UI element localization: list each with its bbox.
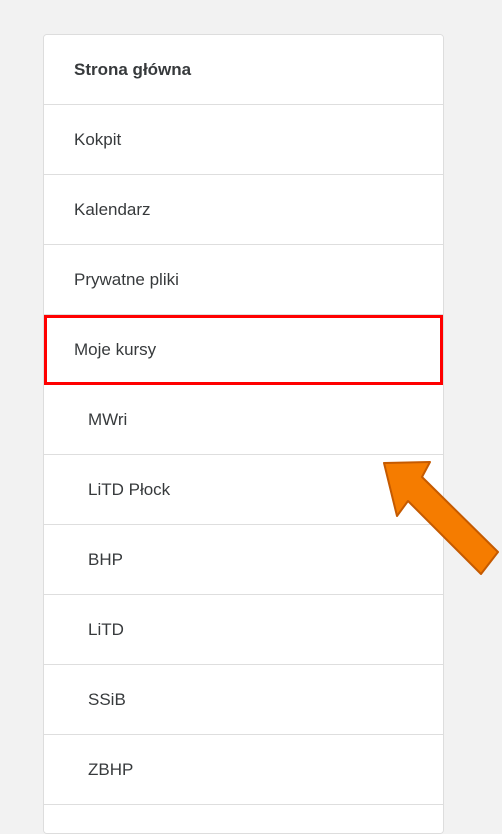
nav-item-label: BHP — [88, 549, 123, 569]
nav-item-label: LiTD — [88, 619, 124, 639]
nav-item-label: Moje kursy — [74, 339, 157, 359]
nav-item-more[interactable] — [44, 805, 443, 833]
nav-item-label: Kokpit — [74, 129, 122, 149]
nav-item-moje-kursy[interactable]: Moje kursy — [44, 315, 443, 385]
nav-item-label: SSiB — [88, 689, 126, 709]
nav-subitem-litd[interactable]: LiTD — [44, 595, 443, 665]
nav-item-label: Kalendarz — [74, 199, 151, 219]
nav-subitem-mwri[interactable]: MWri — [44, 385, 443, 455]
nav-item-label: LiTD Płock — [88, 479, 171, 499]
nav-item-label: Prywatne pliki — [74, 269, 179, 289]
orange-arrow-icon — [383, 461, 499, 575]
nav-item-home[interactable]: Strona główna — [44, 35, 443, 105]
navigation-drawer: Strona główna Kokpit Kalendarz Prywatne … — [43, 34, 444, 834]
nav-item-kalendarz[interactable]: Kalendarz — [44, 175, 443, 245]
nav-item-kokpit[interactable]: Kokpit — [44, 105, 443, 175]
nav-subitem-ssib[interactable]: SSiB — [44, 665, 443, 735]
nav-item-label: Strona główna — [74, 59, 192, 79]
nav-item-prywatne-pliki[interactable]: Prywatne pliki — [44, 245, 443, 315]
nav-item-label: MWri — [88, 409, 128, 429]
nav-item-label: ZBHP — [88, 759, 134, 779]
orange-arrow-shape — [383, 461, 499, 575]
nav-subitem-zbhp[interactable]: ZBHP — [44, 735, 443, 805]
